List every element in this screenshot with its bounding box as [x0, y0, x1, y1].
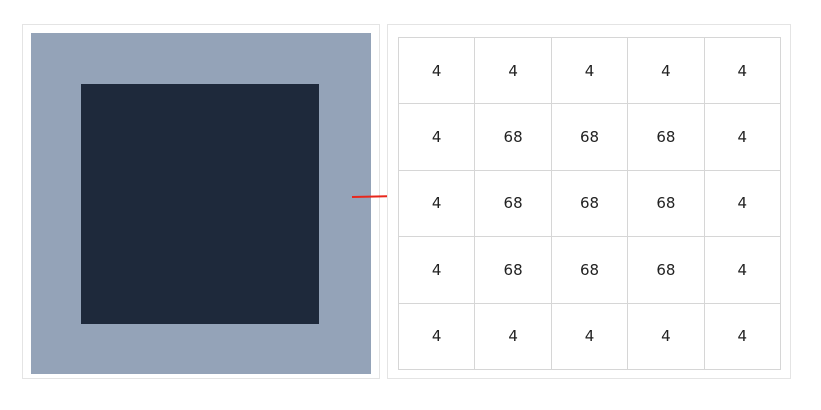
grid-cell: 68 — [551, 170, 629, 238]
grid-cell: 4 — [399, 38, 476, 105]
grid-cell: 4 — [628, 38, 705, 105]
image-panel — [22, 24, 380, 379]
grid-cell: 4 — [475, 38, 552, 105]
grid-cell: 4 — [475, 303, 552, 370]
grid-cell: 4 — [399, 303, 476, 370]
grid-cell: 68 — [551, 104, 629, 171]
matrix-panel: 4 4 4 4 4 4 68 68 68 4 4 68 68 68 4 4 68… — [387, 24, 791, 379]
grid-cell: 4 — [399, 104, 476, 171]
grid-cell: 4 — [551, 303, 629, 370]
grid-cell: 68 — [628, 237, 705, 304]
grid-cell: 68 — [551, 237, 629, 304]
grid-cell: 68 — [628, 104, 705, 171]
grid-cell: 68 — [628, 170, 705, 238]
grid-cell: 4 — [704, 237, 781, 304]
grid-cell: 4 — [704, 38, 781, 105]
grid-cell: 4 — [704, 303, 781, 370]
outer-region — [31, 33, 371, 374]
grid-cell: 4 — [704, 104, 781, 171]
grid-cell: 4 — [399, 237, 476, 304]
value-grid: 4 4 4 4 4 4 68 68 68 4 4 68 68 68 4 4 68… — [398, 37, 781, 370]
grid-cell: 4 — [704, 170, 781, 238]
grid-cell: 68 — [475, 170, 552, 238]
inner-region — [81, 84, 319, 324]
grid-cell: 68 — [475, 104, 552, 171]
grid-cell: 4 — [628, 303, 705, 370]
grid-cell: 4 — [399, 170, 476, 238]
grid-cell: 4 — [551, 38, 629, 105]
grid-cell: 68 — [475, 237, 552, 304]
